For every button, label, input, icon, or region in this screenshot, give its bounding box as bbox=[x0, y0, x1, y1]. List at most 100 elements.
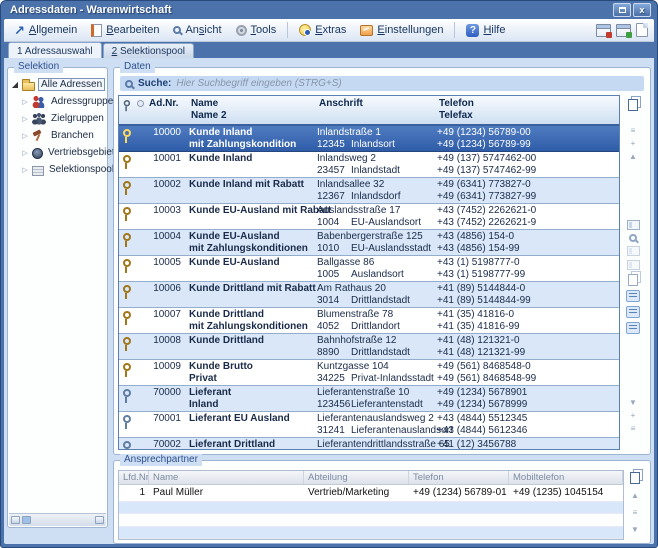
column-name[interactable]: Name Name 2 bbox=[189, 96, 317, 124]
expander-icon[interactable]: ▷ bbox=[21, 115, 29, 123]
address-row[interactable]: 10009 Kunde Brutto Privat Kuntzgasse 104… bbox=[119, 360, 619, 386]
expander-icon[interactable]: ◢ bbox=[11, 80, 19, 89]
menu-item-einstellungen[interactable]: Einstellungen bbox=[354, 22, 449, 38]
contacts-column-mobiltelefon: Mobiltelefon bbox=[509, 471, 623, 484]
tree-item-selektionspools[interactable]: ▷ Selektionspools bbox=[11, 161, 105, 178]
key-icon bbox=[122, 155, 131, 169]
address-row[interactable]: 10007 Kunde Drittland mit Zahlungskondit… bbox=[119, 308, 619, 334]
contacts-empty-row[interactable] bbox=[119, 502, 623, 514]
expander-icon[interactable]: ▷ bbox=[21, 98, 29, 106]
contacts-column-telefon: Telefon bbox=[409, 471, 509, 484]
settings-icon bbox=[360, 25, 373, 36]
append-row-icon[interactable]: + bbox=[631, 410, 636, 421]
detail-view-icon[interactable] bbox=[627, 246, 640, 256]
tree-item-zielgruppen[interactable]: ▷ Zielgruppen bbox=[11, 110, 105, 127]
search-bar[interactable]: Suche: Hier Suchbegriff eingeben (STRG+S… bbox=[120, 76, 644, 91]
list-view-icon-2[interactable] bbox=[626, 306, 640, 318]
address-table: Ad.Nr. Name Name 2 Anschrift Telefon Tel… bbox=[118, 95, 620, 450]
address-row[interactable]: 10000 Kunde Inland mit Zahlungskondition… bbox=[119, 126, 619, 152]
column-telefon[interactable]: Telefon Telefax bbox=[437, 96, 619, 124]
address-row[interactable]: 10008 Kunde Drittland Bahnhofstraße 12 8… bbox=[119, 334, 619, 360]
filter-view-icon[interactable] bbox=[627, 260, 640, 270]
key-icon bbox=[122, 415, 131, 429]
insert-row-icon[interactable]: + bbox=[631, 138, 636, 149]
address-row[interactable]: 10004 Kunde EU-Ausland mit Zahlungskondi… bbox=[119, 230, 619, 256]
scroll-first-icon[interactable]: ≡ bbox=[631, 125, 636, 136]
contact-row[interactable]: 1 Paul Müller Vertrieb/Marketing +49 (12… bbox=[119, 485, 623, 502]
expander-icon[interactable]: ▷ bbox=[21, 149, 29, 157]
menu-item-bearbeiten[interactable]: Bearbeiten bbox=[85, 22, 165, 39]
contacts-panel: Ansprechpartner Lfd.Nr. Name Abteilung T… bbox=[113, 460, 651, 544]
arrow-icon: ↗ bbox=[14, 24, 25, 37]
menu-item-extras[interactable]: Extras bbox=[293, 22, 352, 38]
duplicate-view-icon[interactable] bbox=[628, 274, 638, 286]
list-view-icon-1[interactable] bbox=[626, 290, 640, 302]
restore-button[interactable] bbox=[613, 3, 631, 17]
restore-icon bbox=[619, 7, 626, 13]
address-row[interactable]: 10003 Kunde EU-Ausland mit Rabatt Auslan… bbox=[119, 204, 619, 230]
menu-item-tools[interactable]: Tools bbox=[230, 22, 283, 38]
title-bar[interactable]: Adressdaten - Warenwirtschaft x bbox=[4, 1, 654, 19]
right-column: Daten Suche: Hier Suchbegriff eingeben (… bbox=[113, 67, 651, 541]
selection-panel: Selektion ◢ Alle Adressen ▷ Adressgruppe… bbox=[7, 67, 108, 528]
zoom-icon[interactable] bbox=[629, 234, 637, 242]
expander-icon[interactable]: ▷ bbox=[21, 132, 29, 140]
tab-2[interactable]: 2 Selektionspool bbox=[103, 43, 194, 58]
menu-bar: ↗ Allgemein Bearbeiten Ansicht Tools Ext… bbox=[4, 19, 654, 42]
contacts-empty-row[interactable] bbox=[119, 527, 623, 539]
contacts-panel-title: Ansprechpartner bbox=[120, 454, 202, 466]
data-panel-title: Daten bbox=[120, 61, 155, 73]
address-row[interactable]: 10006 Kunde Drittland mit Rabatt Am Rath… bbox=[119, 282, 619, 308]
menu-item-ansicht[interactable]: Ansicht bbox=[167, 22, 227, 38]
contacts-empty-row[interactable] bbox=[119, 514, 623, 526]
search-input[interactable]: Hier Suchbegriff eingeben (STRG+S) bbox=[176, 78, 341, 89]
address-row[interactable]: 70002 Lieferant Drittland Lieferantendri… bbox=[119, 438, 619, 449]
column-adnr[interactable]: Ad.Nr. bbox=[147, 96, 189, 124]
contacts-table-header[interactable]: Lfd.Nr. Name Abteilung Telefon Mobiltele… bbox=[119, 471, 623, 485]
tab-strip: 1 Adressauswahl2 Selektionspool bbox=[4, 42, 654, 58]
address-row[interactable]: 70000 Lieferant Inland Lieferantenstraße… bbox=[119, 386, 619, 412]
address-table-header[interactable]: Ad.Nr. Name Name 2 Anschrift Telefon Tel… bbox=[119, 96, 619, 126]
card-view-icon[interactable] bbox=[627, 220, 640, 230]
key-icon bbox=[122, 259, 131, 273]
data-panel: Daten Suche: Hier Suchbegriff eingeben (… bbox=[113, 67, 651, 455]
key-icon bbox=[122, 389, 131, 403]
contacts-scroll-down-icon[interactable]: ▼ bbox=[631, 524, 639, 535]
import-grid-icon[interactable] bbox=[616, 24, 631, 37]
search-icon bbox=[125, 80, 133, 88]
app-window: Adressdaten - Warenwirtschaft x ↗ Allgem… bbox=[0, 0, 658, 548]
contacts-table: Lfd.Nr. Name Abteilung Telefon Mobiltele… bbox=[118, 470, 624, 540]
contacts-resize-icon[interactable]: ≡ bbox=[633, 507, 638, 518]
search-label: Suche: bbox=[138, 78, 171, 89]
scroll-down-icon[interactable]: ▼ bbox=[629, 397, 637, 408]
scroll-last-icon[interactable]: ≡ bbox=[631, 423, 636, 434]
tree-footer-icon-1[interactable] bbox=[11, 516, 20, 524]
tab-1[interactable]: 1 Adressauswahl bbox=[8, 42, 102, 58]
address-row[interactable]: 10002 Kunde Inland mit Rabatt Inlandsall… bbox=[119, 178, 619, 204]
expander-icon[interactable]: ▷ bbox=[21, 166, 29, 174]
list-view-icon-3[interactable] bbox=[626, 322, 640, 334]
tree-item-alle-adressen[interactable]: ◢ Alle Adressen bbox=[11, 76, 105, 93]
address-row[interactable]: 10001 Kunde Inland Inlandsweg 2 23457Inl… bbox=[119, 152, 619, 178]
tree-item-adressgruppen[interactable]: ▷ Adressgruppen bbox=[11, 93, 105, 110]
key-icon bbox=[122, 311, 131, 325]
contacts-copy-grid-icon[interactable] bbox=[630, 472, 640, 484]
tree-footer-icon-2[interactable] bbox=[22, 516, 31, 524]
address-row[interactable]: 10005 Kunde EU-Ausland Ballgasse 86 1005… bbox=[119, 256, 619, 282]
copy-grid-icon[interactable] bbox=[628, 99, 638, 111]
scroll-up-icon[interactable]: ▲ bbox=[629, 151, 637, 162]
stack-icon bbox=[32, 166, 44, 176]
contacts-scroll-up-icon[interactable]: ▲ bbox=[631, 490, 639, 501]
export-grid-icon[interactable] bbox=[596, 24, 611, 37]
tree-item-branchen[interactable]: ▷ Branchen bbox=[11, 127, 105, 144]
address-table-wrap: Ad.Nr. Name Name 2 Anschrift Telefon Tel… bbox=[118, 95, 646, 450]
tree-footer-icon-3[interactable] bbox=[95, 516, 104, 524]
close-button[interactable]: x bbox=[633, 3, 651, 17]
tree-item-vertriebsgebiete[interactable]: ▷ Vertriebsgebiete bbox=[11, 144, 105, 161]
key-icon bbox=[122, 363, 131, 377]
new-document-icon[interactable] bbox=[636, 23, 648, 37]
menu-item-allgemein[interactable]: ↗ Allgemein bbox=[8, 22, 83, 39]
menu-item-hilfe[interactable]: ? Hilfe bbox=[460, 22, 511, 39]
column-anschrift[interactable]: Anschrift bbox=[317, 96, 437, 124]
address-row[interactable]: 70001 Lieferant EU Ausland Lieferantenau… bbox=[119, 412, 619, 438]
